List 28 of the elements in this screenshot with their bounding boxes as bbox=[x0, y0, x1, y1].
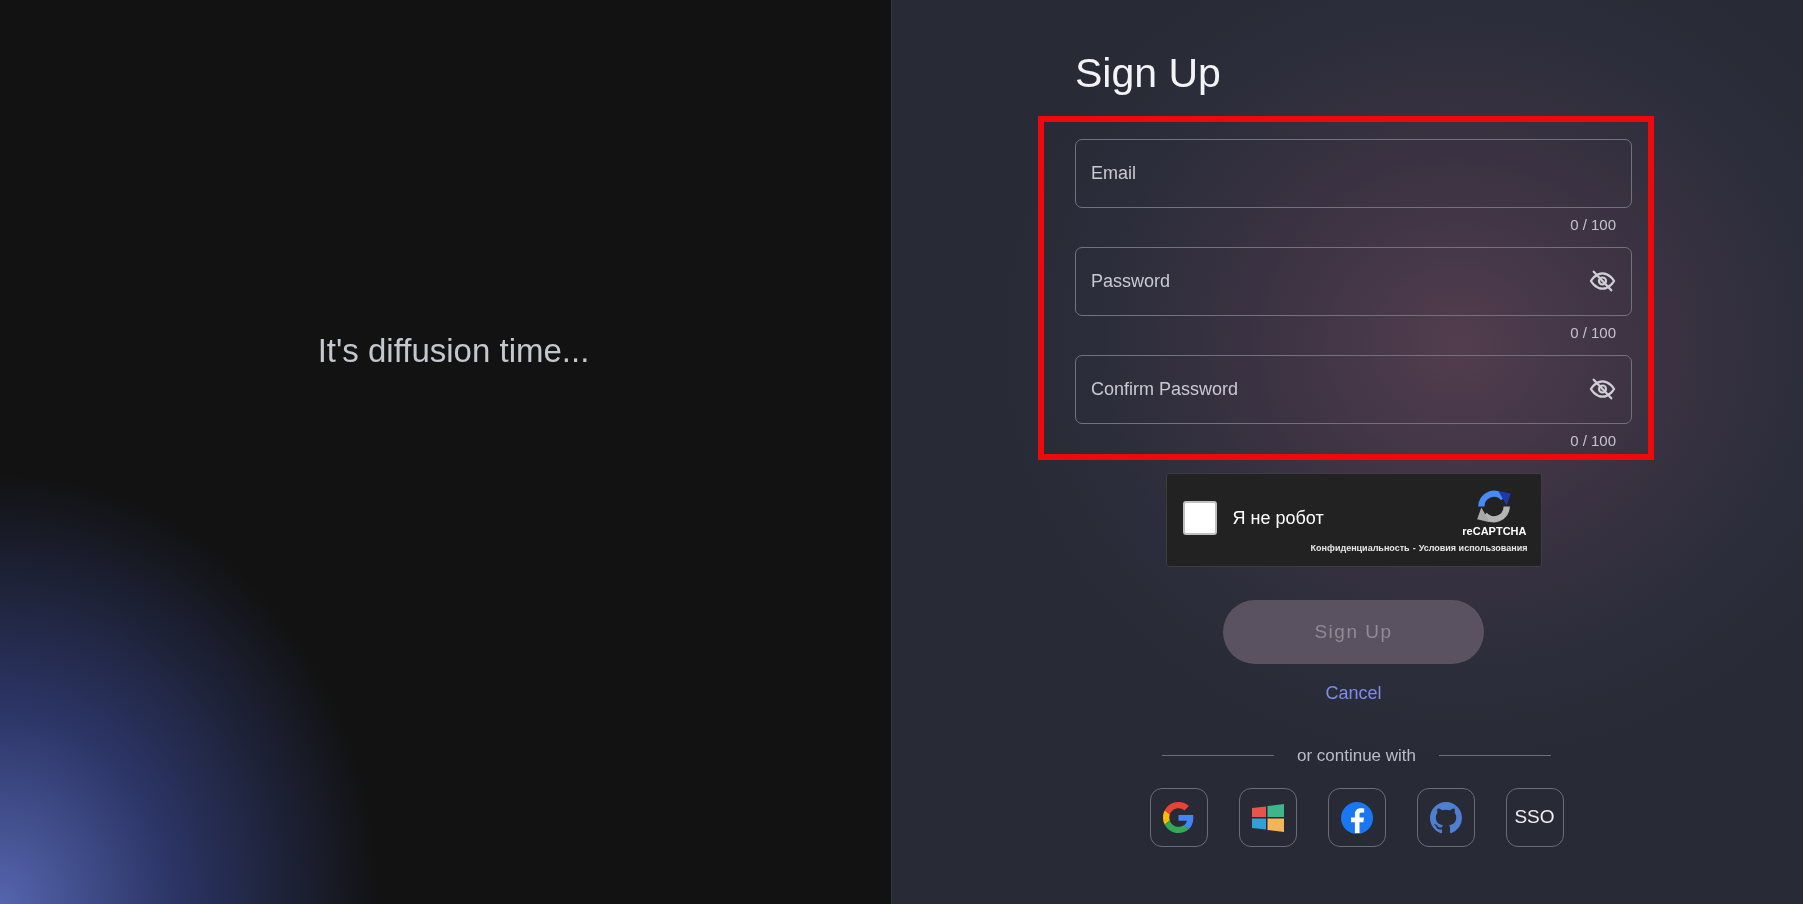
character-counter: 0 / 100 bbox=[1570, 216, 1616, 233]
captcha-brand: reCAPTCHA bbox=[1462, 525, 1527, 538]
email-field[interactable]: Email bbox=[1075, 139, 1632, 208]
circular-arrows-icon bbox=[1475, 488, 1514, 525]
password-field[interactable]: Confirm Password bbox=[1075, 355, 1632, 424]
github-sign-in-button[interactable] bbox=[1416, 788, 1475, 847]
captcha-link[interactable]: Условия использования bbox=[1418, 543, 1528, 554]
divider-text: or continue with bbox=[1296, 745, 1417, 766]
eye-slash-icon[interactable] bbox=[1589, 270, 1616, 292]
google-g-icon bbox=[1163, 802, 1194, 833]
captcha-checkbox[interactable] bbox=[1182, 501, 1217, 535]
sso-button[interactable]: SSO bbox=[1505, 788, 1564, 847]
four-tiles-icon bbox=[1251, 803, 1284, 832]
character-counter: 0 / 100 bbox=[1570, 432, 1616, 449]
cancel-link[interactable]: Cancel bbox=[1325, 681, 1382, 705]
octocat-icon bbox=[1429, 801, 1462, 834]
windows-sign-in-button[interactable] bbox=[1238, 788, 1297, 847]
facebook-f-icon bbox=[1340, 801, 1373, 834]
link-separator: - bbox=[1412, 543, 1416, 554]
google-sign-in-button[interactable] bbox=[1149, 788, 1208, 847]
captcha-link[interactable]: Конфиденциальность bbox=[1310, 543, 1410, 554]
character-counter: 0 / 100 bbox=[1570, 324, 1616, 341]
password-field[interactable]: Password bbox=[1075, 247, 1632, 316]
tagline: It's diffusion time... bbox=[317, 331, 590, 371]
eye-slash-icon[interactable] bbox=[1589, 378, 1616, 400]
captcha-label: Я не робот bbox=[1232, 506, 1324, 530]
page-title: Sign Up bbox=[1075, 49, 1221, 98]
facebook-sign-in-button[interactable] bbox=[1327, 788, 1386, 847]
